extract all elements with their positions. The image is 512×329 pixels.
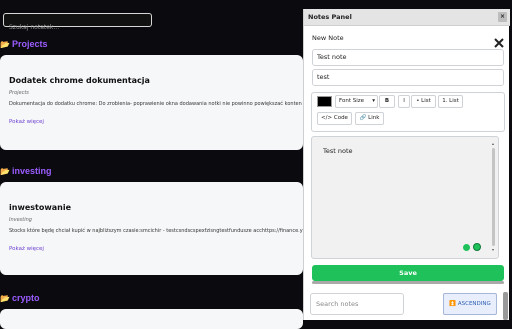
panel-header: Notes Panel × [304, 9, 510, 26]
folder-icon: 📂 [0, 167, 10, 176]
panel-title: Notes Panel [308, 13, 352, 21]
sort-ascending-button[interactable]: ⏫ ASCENDING [443, 293, 497, 315]
notes-panel: Notes Panel × New Note Test note test Fo… [303, 9, 510, 320]
notes-search-input[interactable] [4, 21, 151, 34]
numbered-list-button[interactable]: 1. List [438, 95, 463, 108]
editor-scrollbar[interactable]: ▴ ▾ [492, 142, 496, 252]
panel-scrollbar[interactable] [503, 292, 508, 320]
code-button[interactable]: </> Code [317, 112, 352, 125]
note-content-editor[interactable]: Test note ▴ ▾ [311, 136, 499, 259]
folder-icon: 📂 [0, 40, 10, 49]
show-more-link[interactable]: Pokaż więcej [9, 119, 44, 125]
notes-search-bar[interactable] [3, 13, 152, 34]
grammar-check-icon[interactable] [463, 244, 470, 251]
text-color-picker[interactable] [317, 96, 332, 107]
sort-icon: ⏫ [449, 301, 457, 307]
note-category-field[interactable]: test [312, 69, 504, 86]
link-button[interactable]: 🔗 Link [355, 112, 384, 125]
new-note-label: New Note [312, 34, 344, 42]
show-more-link[interactable]: Pokaż więcej [9, 246, 44, 252]
note-description: Dokumentacja do dodatku chrome: Do zrobi… [9, 101, 302, 107]
note-title: Dodatek chrome dokumentacja [9, 76, 150, 85]
editor-text: Test note [323, 147, 353, 155]
panel-close-button[interactable]: × [498, 12, 507, 22]
horizontal-scrollbar[interactable] [312, 281, 504, 284]
bullet-list-button[interactable]: • List [411, 95, 436, 108]
save-button[interactable]: Save [312, 265, 504, 281]
note-category: Investing [9, 217, 32, 223]
note-card[interactable]: Dodatek chrome dokumentacja Projects Dok… [0, 55, 303, 150]
note-card[interactable] [0, 309, 303, 329]
folder-icon: 📂 [0, 294, 10, 303]
note-title-field[interactable]: Test note [312, 49, 504, 66]
section-title-investing: 📂 investing [0, 166, 52, 176]
note-title: inwestowanie [9, 203, 71, 212]
note-category: Projects [9, 90, 29, 96]
note-card[interactable]: inwestowanie Investing Stocks które będę… [0, 182, 303, 275]
bold-button[interactable]: B [379, 95, 395, 108]
italic-button[interactable]: I [398, 95, 410, 108]
font-size-select[interactable]: Font Size ▾ [335, 95, 378, 108]
section-title-projects: 📂 Projects [0, 39, 48, 49]
note-description: Stocks które będę chciał kupić w najbliż… [9, 228, 303, 234]
chevron-down-icon: ▾ [372, 98, 375, 104]
assistant-icon[interactable] [473, 243, 481, 251]
section-title-crypto: 📂 crypto [0, 293, 40, 303]
notes-search-field[interactable]: Search notes [310, 293, 404, 315]
